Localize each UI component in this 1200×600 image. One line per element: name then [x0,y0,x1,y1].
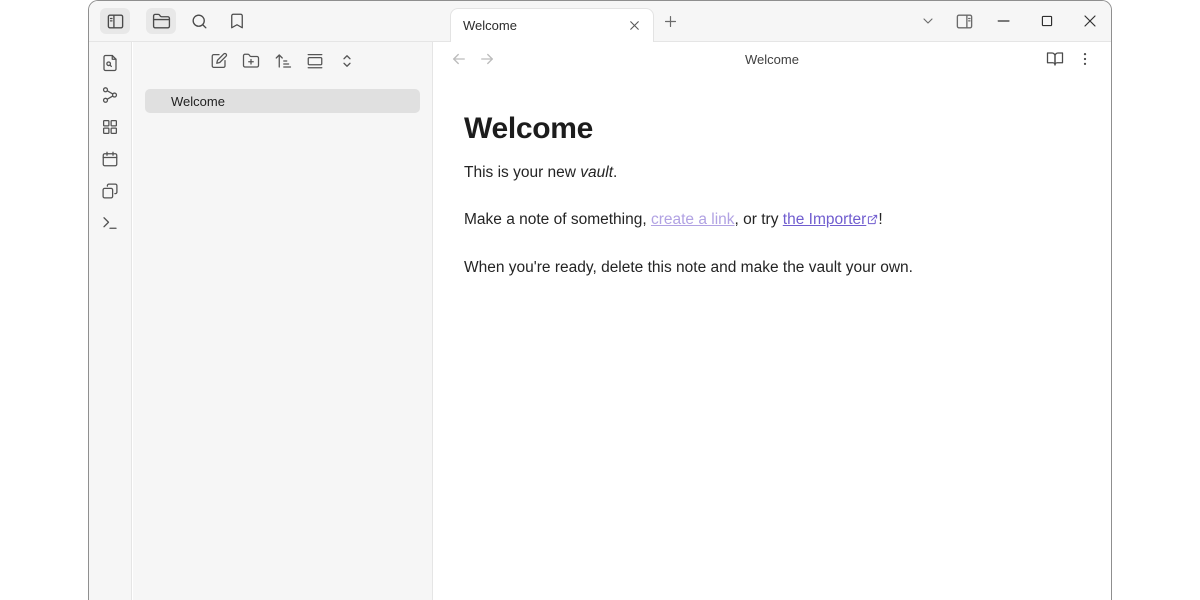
square-pen-icon [210,52,228,70]
maximize-icon [1037,11,1057,31]
new-note-button[interactable] [206,48,232,74]
view-header-actions [1043,47,1097,71]
titlebar-right-actions [910,1,1111,41]
navigate-back-button[interactable] [447,47,471,71]
expand-collapse-all-button[interactable] [334,48,360,74]
calendar-icon [101,150,119,168]
search-tab-button[interactable] [184,8,214,34]
book-open-icon [1046,50,1064,68]
titlebar-left-actions [89,1,432,41]
file-item-welcome[interactable]: Welcome [145,89,420,113]
copy-icon [101,182,119,200]
search-icon [190,12,209,31]
window-close-button[interactable] [1068,1,1111,41]
tab-welcome[interactable]: Welcome [450,8,654,42]
file-list: Welcome [133,89,432,113]
note-heading: Welcome [464,112,1033,145]
quick-switcher-button[interactable] [96,51,124,75]
note-paragraph-3: When you're ready, delete this note and … [464,257,1033,279]
navigate-forward-button[interactable] [475,47,499,71]
bookmarks-tab-button[interactable] [222,8,252,34]
arrow-right-icon [478,50,496,68]
graph-icon [101,86,119,104]
view-header: Welcome [433,42,1111,76]
panel-left-icon [106,12,125,31]
external-link-icon [867,214,878,225]
sort-ascending-icon [274,52,292,70]
templates-button[interactable] [96,179,124,203]
chevrons-up-down-icon [338,52,356,70]
note-paragraph-2: Make a note of something, create a link,… [464,209,1033,231]
file-explorer: Welcome [133,42,433,600]
canvas-button[interactable] [96,115,124,139]
minimize-icon [994,11,1014,31]
plus-icon [662,13,679,30]
explorer-toolbar [133,42,432,74]
obsidian-window: Welcome [88,0,1112,600]
gallery-vertical-button[interactable] [302,48,328,74]
bookmark-icon [228,12,246,30]
graph-view-button[interactable] [96,83,124,107]
window-maximize-button[interactable] [1025,1,1068,41]
internal-link-create-a-link[interactable]: create a link [651,211,735,228]
left-sidebar-toggle-button[interactable] [100,8,130,34]
folder-icon [152,12,171,31]
chevron-down-icon [920,13,936,29]
tab-bar: Welcome [432,1,1111,41]
note-content[interactable]: Welcome This is your new vault. Make a n… [433,76,1093,279]
reading-mode-button[interactable] [1043,47,1067,71]
tab-list-button[interactable] [910,1,946,41]
close-icon [627,18,642,33]
external-link-importer[interactable]: the Importer [783,211,867,228]
folder-plus-icon [242,52,260,70]
ribbon [89,42,132,600]
window-close-icon [1080,11,1100,31]
files-tab-button[interactable] [146,8,176,34]
right-sidebar-toggle-button[interactable] [946,1,982,41]
tab-close-button[interactable] [623,15,645,37]
tab-title: Welcome [463,18,623,33]
daily-note-button[interactable] [96,147,124,171]
file-search-icon [101,54,119,72]
titlebar: Welcome [89,1,1111,42]
sort-order-button[interactable] [270,48,296,74]
new-folder-button[interactable] [238,48,264,74]
panel-right-icon [955,12,974,31]
arrow-left-icon [450,50,468,68]
command-palette-button[interactable] [96,211,124,235]
new-tab-button[interactable] [656,8,684,34]
more-vertical-icon [1076,50,1094,68]
file-item-label: Welcome [171,94,225,109]
gallery-vertical-icon [306,52,324,70]
window-minimize-button[interactable] [982,1,1025,41]
italic-text: vault [580,164,613,181]
layout-grid-icon [101,118,119,136]
more-options-button[interactable] [1073,47,1097,71]
terminal-icon [101,214,119,232]
note-paragraph-1: This is your new vault. [464,162,1033,184]
editor-pane: Welcome Welcome This is your new vault. … [433,42,1111,600]
note-title-breadcrumb: Welcome [433,52,1111,67]
